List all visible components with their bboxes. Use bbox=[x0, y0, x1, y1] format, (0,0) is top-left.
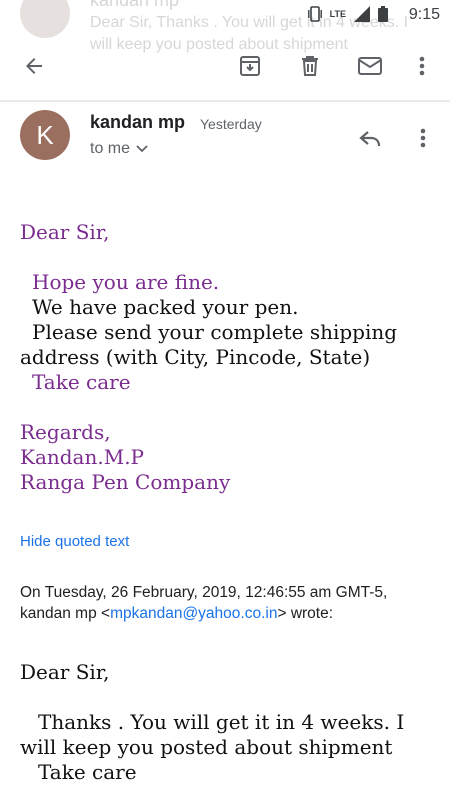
mark-unread-icon bbox=[358, 57, 382, 75]
delete-icon bbox=[302, 56, 318, 76]
signature-regards: Regards, bbox=[20, 420, 111, 444]
signature-name: Kandan.M.P bbox=[20, 445, 145, 469]
body-line: address (with City, Pincode, State) bbox=[20, 345, 371, 369]
quote-header: On Tuesday, 26 February, 2019, 12:46:55 … bbox=[20, 582, 440, 624]
status-bar: LTE 9:15 bbox=[250, 0, 450, 30]
more-options-button[interactable] bbox=[406, 50, 438, 82]
message-date: Yesterday bbox=[200, 116, 262, 132]
body-line: We have packed your pen. bbox=[32, 295, 299, 319]
quoted-line: Take care bbox=[38, 760, 137, 784]
quoted-line: will keep you posted about shipment bbox=[20, 735, 393, 759]
toolbar bbox=[0, 44, 450, 88]
message-more-button[interactable] bbox=[408, 120, 438, 156]
toolbar-divider bbox=[0, 100, 450, 102]
ghost-sender: kandan mp bbox=[90, 0, 180, 10]
quoted-line: Thanks . You will get it in 4 weeks. I bbox=[38, 710, 405, 734]
vibrate-icon bbox=[307, 6, 322, 22]
recipient-toggle[interactable]: to me bbox=[90, 140, 148, 158]
hide-quoted-text-link[interactable]: Hide quoted text bbox=[20, 533, 129, 550]
more-vert-icon bbox=[419, 56, 425, 76]
delete-button[interactable] bbox=[294, 50, 326, 82]
more-vert-icon bbox=[420, 128, 426, 148]
reply-icon bbox=[359, 131, 381, 147]
clock: 9:15 bbox=[408, 6, 440, 23]
body-line: Hope you are fine. bbox=[32, 270, 220, 294]
body-line: Take care bbox=[32, 370, 131, 394]
message-body: Dear Sir, Hope you are fine. We have pac… bbox=[20, 220, 430, 495]
signature-company: Ranga Pen Company bbox=[20, 470, 231, 494]
reply-button[interactable] bbox=[352, 120, 388, 156]
avatar[interactable]: K bbox=[20, 110, 70, 160]
quote-sender-name: kandan mp < bbox=[20, 605, 111, 622]
battery-icon bbox=[378, 6, 388, 22]
status-icons: LTE bbox=[307, 6, 388, 22]
lte-label: LTE bbox=[329, 9, 346, 19]
archive-button[interactable] bbox=[234, 50, 266, 82]
quoted-greeting: Dear Sir, bbox=[20, 660, 110, 684]
sender-email-link[interactable]: mpkandan@yahoo.co.in bbox=[110, 605, 277, 622]
ghost-avatar bbox=[20, 0, 70, 38]
message-header: K kandan mp Yesterday to me bbox=[0, 110, 450, 180]
signal-icon bbox=[354, 6, 370, 22]
quote-wrote: > wrote: bbox=[277, 605, 334, 622]
quoted-body: Dear Sir, Thanks . You will get it in 4 … bbox=[20, 660, 440, 785]
recipient-label: to me bbox=[90, 140, 131, 157]
back-arrow-icon bbox=[26, 58, 42, 74]
mark-unread-button[interactable] bbox=[354, 50, 386, 82]
archive-icon bbox=[240, 56, 260, 76]
quote-header-line: On Tuesday, 26 February, 2019, 12:46:55 … bbox=[20, 584, 388, 601]
body-line: Please send your complete shipping bbox=[32, 320, 398, 344]
quote-header-sender: kandan mp <mpkandan@yahoo.co.in> wrote: bbox=[20, 603, 440, 624]
sender-name: kandan mp bbox=[90, 112, 186, 132]
greeting: Dear Sir, bbox=[20, 220, 110, 244]
back-button[interactable] bbox=[18, 50, 50, 82]
chevron-down-icon bbox=[136, 145, 148, 153]
